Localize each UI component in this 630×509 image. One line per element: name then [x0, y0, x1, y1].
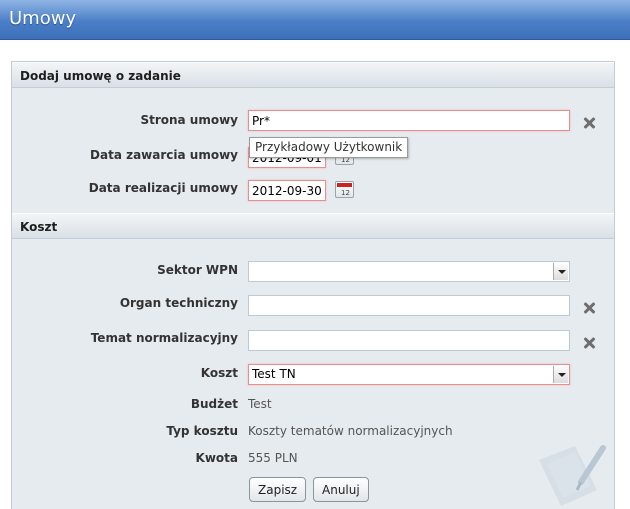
window-title-bar: Umowy	[0, 0, 630, 40]
kwota-label: Kwota	[195, 451, 238, 465]
clear-organ-techniczny-icon[interactable]	[583, 302, 595, 314]
sektor-wpn-label: Sektor WPN	[157, 263, 238, 277]
koszt-value: Test TN	[252, 367, 296, 381]
koszt-select[interactable]: Test TN	[248, 364, 570, 385]
save-button[interactable]: Zapisz	[249, 477, 307, 502]
contract-form-panel: Dodaj umowę o zadanie Strona umowy Data …	[11, 61, 615, 509]
typ-kosztu-label: Typ kosztu	[166, 424, 238, 438]
data-realizacji-label: Data realizacji umowy	[88, 181, 238, 195]
budzet-label: Budżet	[190, 397, 238, 411]
data-zawarcia-label: Data zawarcia umowy	[90, 148, 238, 162]
temat-normalizacyjny-input[interactable]	[248, 330, 570, 351]
data-realizacji-input[interactable]	[248, 180, 326, 201]
organ-techniczny-label: Organ techniczny	[119, 296, 238, 310]
koszt-label: Koszt	[200, 366, 238, 380]
strona-umowy-input[interactable]	[248, 110, 570, 131]
window-title: Umowy	[9, 8, 77, 29]
cancel-button[interactable]: Anuluj	[313, 477, 369, 502]
clear-temat-normalizacyjny-icon[interactable]	[583, 337, 595, 349]
section-header-add-contract: Dodaj umowę o zadanie	[12, 62, 614, 88]
strona-umowy-label: Strona umowy	[140, 113, 238, 127]
document-pen-watermark-icon	[539, 445, 606, 506]
kwota-value: 555 PLN	[248, 451, 298, 465]
autocomplete-suggestion[interactable]: Przykładowy Użytkownik	[249, 137, 409, 158]
typ-kosztu-value: Koszty tematów normalizacyjnych	[248, 424, 453, 438]
calendar-data-realizacji-icon[interactable]: 12	[335, 181, 354, 198]
sektor-wpn-select[interactable]	[248, 261, 570, 282]
organ-techniczny-input[interactable]	[248, 295, 570, 316]
dropdown-arrow-icon[interactable]	[553, 366, 568, 383]
temat-normalizacyjny-label: Temat normalizacyjny	[90, 331, 238, 345]
budzet-value: Test	[248, 397, 272, 411]
clear-strona-umowy-icon[interactable]	[583, 117, 595, 129]
section-header-cost: Koszt	[12, 213, 614, 239]
dropdown-arrow-icon[interactable]	[553, 263, 568, 280]
